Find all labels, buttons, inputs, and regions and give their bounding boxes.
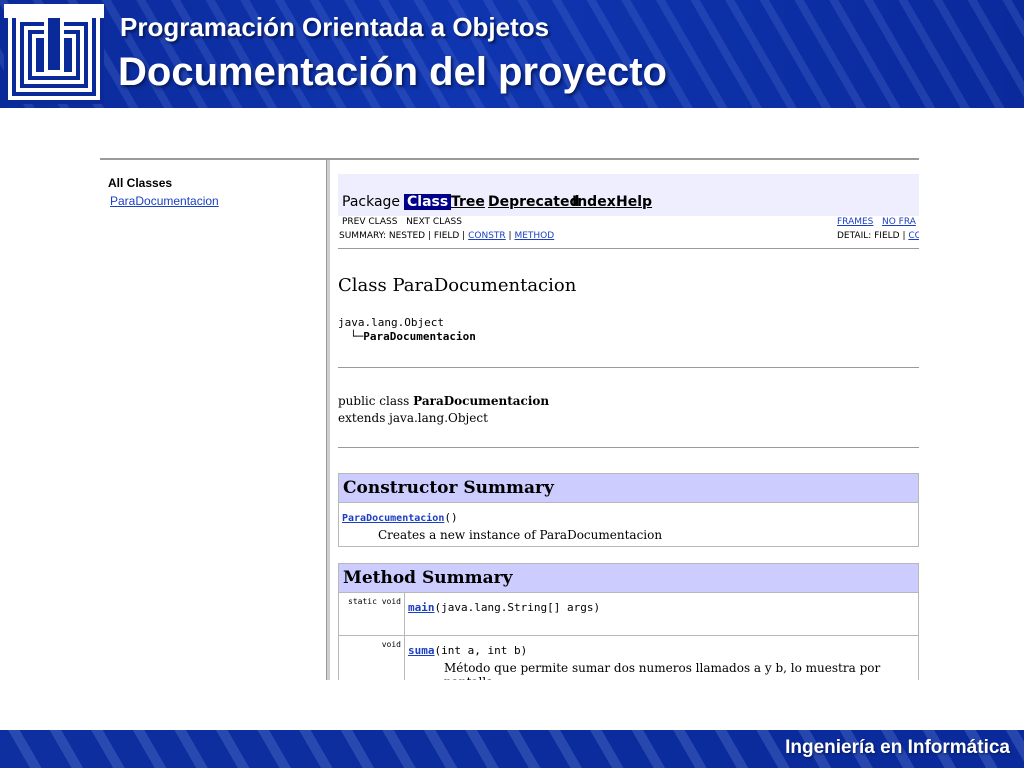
constructor-summary-table: Constructor Summary ParaDocumentacion() … <box>338 473 919 547</box>
method-modifier: static void <box>348 597 401 606</box>
all-classes-heading: All Classes <box>108 176 173 190</box>
next-class: NEXT CLASS <box>406 217 462 227</box>
constructor-params: () <box>444 511 458 524</box>
method-signature-cell: main(java.lang.String[] args) <box>404 592 919 636</box>
javadoc-navbar: Package Class Tree Deprecated Index Help <box>338 174 919 216</box>
declaration-prefix: public class <box>338 394 414 408</box>
nav-class: Class <box>404 194 452 210</box>
method-row: static void main(java.lang.String[] args… <box>338 592 919 636</box>
no-frames-link[interactable]: NO FRA <box>882 217 916 227</box>
nav-index[interactable]: Index <box>572 194 616 210</box>
subnav-summary: SUMMARY: NESTED | FIELD | CONSTR | METHO… <box>339 231 554 241</box>
method-link-suma[interactable]: suma <box>408 644 435 657</box>
method-summary-table: Method Summary static void main(java.lan… <box>338 563 919 680</box>
summary-separator: | <box>508 231 512 241</box>
method-signature-cell: suma(int a, int b) Método que permite su… <box>404 635 919 680</box>
inheritance-connector: └─ <box>350 330 364 343</box>
institution-logo <box>4 4 104 104</box>
method-modifier: void <box>381 640 401 649</box>
nav-help[interactable]: Help <box>616 194 652 210</box>
detail-co-link[interactable]: CO <box>908 231 919 241</box>
inheritance-parent: java.lang.Object <box>338 316 444 329</box>
divider-1 <box>338 248 919 249</box>
slide-title: Documentación del proyecto <box>118 50 667 94</box>
frame-divider[interactable] <box>326 160 330 680</box>
class-extends: extends java.lang.Object <box>338 411 488 425</box>
class-heading: Class ParaDocumentacion <box>338 275 577 296</box>
method-description-suma: Método que permite sumar dos numeros lla… <box>444 661 881 680</box>
constr-link[interactable]: CONSTR <box>468 231 506 241</box>
class-declaration: public class ParaDocumentacion <box>338 394 549 408</box>
constructor-summary-title: Constructor Summary <box>338 473 919 503</box>
prev-class: PREV CLASS <box>342 217 398 227</box>
declaration-name: ParaDocumentacion <box>413 394 550 408</box>
constructor-description: Creates a new instance of ParaDocumentac… <box>378 528 663 542</box>
method-summary-title: Method Summary <box>338 563 919 593</box>
class-link-paradocumentacion[interactable]: ParaDocumentacion <box>110 194 219 208</box>
inheritance-child-name: ParaDocumentacion <box>363 330 476 343</box>
subnav-class-nav: PREV CLASS NEXT CLASS <box>342 217 462 227</box>
footer-text: Ingeniería en Informática <box>785 737 1010 758</box>
method-modifier-cell: static void <box>338 592 405 636</box>
method-params-main: (java.lang.String[] args) <box>434 601 601 614</box>
class-doc-pane: Package Class Tree Deprecated Index Help… <box>338 160 919 680</box>
header-banner: Programación Orientada a Objetos Documen… <box>0 0 1024 108</box>
constructor-link[interactable]: ParaDocumentacion <box>342 513 444 524</box>
subnav-detail: DETAIL: FIELD | CO <box>837 231 919 241</box>
nav-package: Package <box>342 194 401 210</box>
divider-3 <box>338 447 919 448</box>
method-row: void suma(int a, int b) Método que permi… <box>338 635 919 680</box>
summary-prefix: SUMMARY: NESTED | FIELD | <box>339 231 466 241</box>
course-title: Programación Orientada a Objetos <box>120 12 550 42</box>
footer-banner: Ingeniería en Informática <box>0 730 1024 768</box>
javadoc-screenshot: All Classes ParaDocumentacion Package Cl… <box>100 158 919 680</box>
method-link[interactable]: METHOD <box>514 231 554 241</box>
detail-prefix: DETAIL: FIELD | <box>837 231 906 241</box>
subnav-frames: FRAMES NO FRA <box>837 217 916 227</box>
method-modifier-cell: void <box>338 635 405 680</box>
constructor-row: ParaDocumentacion() Creates a new instan… <box>338 502 919 547</box>
frames-link[interactable]: FRAMES <box>837 217 873 227</box>
method-link-main[interactable]: main <box>408 601 435 614</box>
inheritance-child: └─ParaDocumentacion <box>350 330 476 343</box>
nav-tree[interactable]: Tree <box>451 194 485 210</box>
divider-2 <box>338 367 919 368</box>
nav-deprecated[interactable]: Deprecated <box>488 194 580 210</box>
method-params-suma: (int a, int b) <box>434 644 528 657</box>
